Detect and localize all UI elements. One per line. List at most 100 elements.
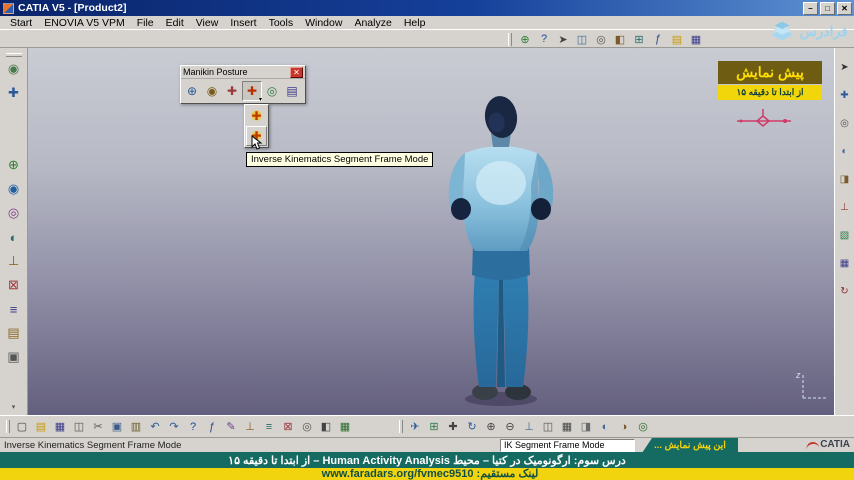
paste-icon[interactable]: ▥ bbox=[127, 419, 145, 435]
hide-show-icon[interactable]: ◐ bbox=[837, 144, 853, 158]
smart-pick-icon[interactable]: ✚ bbox=[837, 88, 853, 102]
shading-icon[interactable]: ◨ bbox=[577, 419, 595, 435]
table-icon[interactable]: ▦ bbox=[336, 419, 354, 435]
toolbar-grip[interactable] bbox=[6, 420, 10, 433]
menu-item[interactable]: File bbox=[131, 17, 160, 29]
viewpoint-icon[interactable]: ◎ bbox=[837, 116, 853, 130]
measure-tool-icon[interactable]: ⊥ bbox=[3, 251, 25, 271]
catalog-icon[interactable]: ⊞ bbox=[630, 31, 648, 47]
camera-icon[interactable]: ◎ bbox=[298, 419, 316, 435]
reach-mode-icon[interactable]: ◎ bbox=[262, 81, 282, 101]
window-layout-icon[interactable]: ◫ bbox=[573, 31, 591, 47]
axis-system-icon[interactable]: ⊥ bbox=[837, 200, 853, 214]
menu-item[interactable]: Help bbox=[398, 17, 432, 29]
plane-icon[interactable]: ▧ bbox=[837, 228, 853, 242]
new-file-icon[interactable]: ▢ bbox=[13, 419, 31, 435]
analysis-icon[interactable]: ≡ bbox=[3, 299, 25, 319]
left-toolbar-top-icons: ◉ ✚ bbox=[3, 59, 25, 103]
catalog-browser-icon[interactable]: ▤ bbox=[3, 323, 25, 343]
save-disk-icon[interactable]: ▦ bbox=[687, 31, 705, 47]
viewport-3d[interactable]: z پیش نمایش از ابتدا تا دقیقه ۱۵ Manikin… bbox=[28, 48, 834, 415]
camera-view-icon[interactable]: ◎ bbox=[592, 31, 610, 47]
menu-item[interactable]: Analyze bbox=[348, 17, 397, 29]
course-link[interactable]: www.faradars.org/fvmec9510 bbox=[322, 468, 474, 480]
manikin-posture-toolbar[interactable]: Manikin Posture ✕ ⊕◉✚✚◎▤ bbox=[180, 65, 306, 104]
undo-icon[interactable]: ↶ bbox=[146, 419, 164, 435]
swap-space-icon[interactable]: ◨ bbox=[837, 172, 853, 186]
command-field[interactable]: IK Segment Frame Mode bbox=[500, 439, 635, 452]
vision-window-icon[interactable]: ◐ bbox=[3, 227, 25, 247]
close-button[interactable]: ✕ bbox=[837, 1, 852, 15]
manikin-figure[interactable] bbox=[439, 93, 563, 411]
menu-item[interactable]: ENOVIA V5 VPM bbox=[38, 17, 131, 29]
zoom-in-icon[interactable]: ⊕ bbox=[482, 419, 500, 435]
cut-icon[interactable]: ✂ bbox=[89, 419, 107, 435]
toolbar-grip[interactable] bbox=[508, 32, 512, 46]
annotation-icon[interactable]: ✎ bbox=[222, 419, 240, 435]
wireframe-icon[interactable]: ▦ bbox=[558, 419, 576, 435]
compass-tool-icon[interactable]: ✚ bbox=[3, 83, 25, 103]
left-toolbar: ◉ ✚ ⊕ ◉ ◎ ◐ ⊥ ⊠ ≡ ▤ ▣ ▾ bbox=[0, 48, 28, 415]
hide-show-icon[interactable]: ◐ bbox=[596, 419, 614, 435]
maximize-button[interactable]: □ bbox=[820, 1, 835, 15]
posture-tool-icon[interactable]: ◉ bbox=[3, 179, 25, 199]
3d-compass[interactable] bbox=[733, 104, 797, 134]
render-style-icon[interactable]: ◧ bbox=[611, 31, 629, 47]
rotate-icon[interactable]: ↻ bbox=[463, 419, 481, 435]
open-folder-icon[interactable]: ▤ bbox=[668, 31, 686, 47]
fit-all-in-icon[interactable]: ⊞ bbox=[425, 419, 443, 435]
settings-icon[interactable]: ▣ bbox=[3, 347, 25, 367]
film-icon[interactable]: ◧ bbox=[317, 419, 335, 435]
normal-view-icon[interactable]: ⊥ bbox=[520, 419, 538, 435]
help-icon[interactable]: ? bbox=[184, 419, 202, 435]
ik-worksegment-frame-mode-icon[interactable]: ✚ bbox=[246, 106, 267, 126]
workbench-icon[interactable]: ◉ bbox=[3, 59, 25, 79]
new-manikin-icon[interactable]: ⊕ bbox=[3, 155, 25, 175]
manikin-posture-titlebar[interactable]: Manikin Posture ✕ bbox=[181, 66, 305, 79]
toolbar-grip[interactable] bbox=[5, 53, 22, 57]
right-toolbar-icons: ➤ ✚ ◎ ◐ ◨ ⊥ ▧ ▦ ↻ bbox=[837, 60, 853, 298]
toolbar-overflow-icon[interactable]: ▾ bbox=[12, 403, 16, 411]
catia-swoosh-icon bbox=[805, 441, 820, 450]
save-disk-icon[interactable]: ▦ bbox=[51, 419, 69, 435]
menu-item[interactable]: View bbox=[190, 17, 225, 29]
preview-badge: پیش نمایش از ابتدا تا دقیقه ۱۵ bbox=[718, 61, 822, 100]
link-label: لینک مستقیم: bbox=[476, 468, 539, 480]
forward-kinematics-icon[interactable]: ✚ bbox=[222, 81, 242, 101]
whats-this-icon[interactable]: ➤ bbox=[554, 31, 572, 47]
graph-tree-icon[interactable]: ≡ bbox=[260, 419, 278, 435]
swap-visible-icon[interactable]: ◑ bbox=[615, 419, 633, 435]
menu-item[interactable]: Tools bbox=[263, 17, 300, 29]
toolbar-grip[interactable] bbox=[399, 420, 403, 433]
pose-catalog-icon[interactable]: ▤ bbox=[282, 81, 302, 101]
close-icon[interactable]: ✕ bbox=[290, 66, 303, 78]
lock-icon[interactable]: ⊠ bbox=[279, 419, 297, 435]
knowledge-fx-icon[interactable]: ƒ bbox=[649, 31, 667, 47]
zoom-out-icon[interactable]: ⊖ bbox=[501, 419, 519, 435]
measure-icon[interactable]: ⊥ bbox=[241, 419, 259, 435]
copy-icon[interactable]: ▣ bbox=[108, 419, 126, 435]
multi-view-icon[interactable]: ◫ bbox=[539, 419, 557, 435]
pan-icon[interactable]: ✚ bbox=[444, 419, 462, 435]
help-icon[interactable]: ? bbox=[535, 31, 553, 47]
select-arrow-icon[interactable]: ➤ bbox=[837, 60, 853, 74]
print-icon[interactable]: ◫ bbox=[70, 419, 88, 435]
menu-item[interactable]: Edit bbox=[160, 17, 190, 29]
screen-capture-icon[interactable]: ◎ bbox=[634, 419, 652, 435]
menu-item[interactable]: Start bbox=[4, 17, 38, 29]
menu-item[interactable]: Window bbox=[299, 17, 348, 29]
inverse-kinematics-icon[interactable]: ✚ bbox=[242, 81, 262, 103]
reach-envelope-icon[interactable]: ◎ bbox=[3, 203, 25, 223]
minimize-button[interactable]: – bbox=[803, 1, 818, 15]
posture-editor-icon[interactable]: ⊕ bbox=[182, 81, 202, 101]
redo-icon[interactable]: ↷ bbox=[165, 419, 183, 435]
standard-pose-icon[interactable]: ◉ bbox=[202, 81, 222, 101]
menu-item[interactable]: Insert bbox=[224, 17, 262, 29]
update-icon[interactable]: ↻ bbox=[837, 284, 853, 298]
open-folder-icon[interactable]: ▤ bbox=[32, 419, 50, 435]
constraint-icon[interactable]: ⊠ bbox=[3, 275, 25, 295]
manikin-tool-icon[interactable]: ⊕ bbox=[516, 31, 534, 47]
fly-mode-icon[interactable]: ✈ bbox=[406, 419, 424, 435]
knowledge-fx-icon[interactable]: ƒ bbox=[203, 419, 221, 435]
palette-icon[interactable]: ▦ bbox=[837, 256, 853, 270]
